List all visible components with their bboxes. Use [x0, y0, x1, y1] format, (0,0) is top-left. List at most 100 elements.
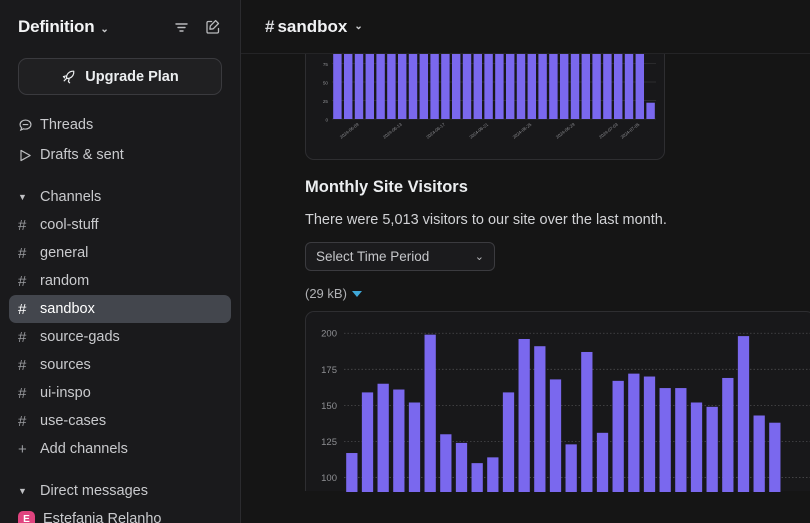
sidebar-item-drafts-and-sent[interactable]: Drafts & sent: [9, 141, 231, 169]
sidebar-header: Definition ⌄: [0, 0, 240, 54]
file-size-label: (29 kB): [305, 286, 347, 301]
hash-icon: #: [18, 385, 40, 402]
direct-messages-section-label: Direct messages: [40, 483, 148, 499]
sidebar-item-use-cases[interactable]: # use-cases: [9, 407, 231, 435]
hash-glyph: #: [18, 356, 27, 374]
sidebar-item-label: random: [40, 273, 90, 289]
upgrade-plan-label: Upgrade Plan: [85, 68, 179, 85]
channel-name: sandbox: [277, 16, 348, 36]
svg-text:2024-06-29: 2024-06-29: [555, 122, 576, 140]
sidebar-item-sources[interactable]: # sources: [9, 351, 231, 379]
svg-text:0: 0: [325, 118, 328, 123]
sidebar-item-label: sources: [40, 357, 91, 373]
svg-text:2024-06-25: 2024-06-25: [512, 122, 533, 140]
hash-glyph: #: [18, 244, 27, 262]
svg-text:2024-06-17: 2024-06-17: [425, 122, 446, 140]
hash-glyph: #: [18, 272, 27, 290]
plus-glyph: +: [18, 440, 27, 458]
svg-text:2024-06-13: 2024-06-13: [382, 122, 403, 140]
chevron-down-icon: ⌄: [474, 251, 484, 263]
sidebar-item-sandbox[interactable]: # sandbox: [9, 295, 231, 323]
svg-text:2024-07-05: 2024-07-05: [620, 122, 641, 140]
page-title: Monthly Site Visitors: [305, 178, 468, 196]
hash-glyph: #: [18, 412, 27, 430]
compose-icon[interactable]: [200, 14, 226, 40]
svg-text:2024-06-09: 2024-06-09: [339, 122, 360, 140]
hash-icon: #: [18, 301, 40, 318]
hash-glyph: #: [18, 384, 27, 402]
chevron-down-icon: ▼: [18, 486, 27, 496]
workspace-title: Definition: [18, 17, 95, 36]
svg-text:25: 25: [323, 99, 329, 104]
hash-icon: #: [18, 217, 40, 234]
sidebar-nav: Threads Drafts & sent ▼ Channels # cool-…: [0, 111, 240, 523]
svg-text:175: 175: [321, 365, 337, 376]
add-channels-label: Add channels: [40, 441, 128, 457]
sidebar-item-label: source-gads: [40, 329, 120, 345]
channels-section-label: Channels: [40, 189, 102, 205]
sidebar-item-label: ui-inspo: [40, 385, 91, 401]
chart-card-top: 02550751001252024-06-092024-06-132024-06…: [305, 54, 665, 160]
upgrade-plan-wrap: Upgrade Plan: [0, 54, 240, 95]
hash-glyph: #: [18, 216, 27, 234]
channels-section-toggle[interactable]: ▼ Channels: [9, 183, 231, 211]
bottom-chart: 100 125 150 175 200: [321, 329, 810, 492]
channel-header: # sandbox ⌄: [241, 0, 810, 54]
hash-icon: #: [18, 245, 40, 262]
add-channels-button[interactable]: + Add channels: [9, 435, 231, 463]
chevron-down-icon: ▼: [18, 192, 27, 202]
sidebar-item-label: sandbox: [40, 301, 95, 317]
sidebar-item-source-gads[interactable]: # source-gads: [9, 323, 231, 351]
hash-glyph: #: [265, 16, 275, 36]
threads-icon: [18, 118, 40, 133]
chart-card-bottom: 100 125 150 175 200: [305, 311, 810, 492]
sidebar-dm-label: Estefania Relanho: [43, 511, 162, 523]
sidebar-dm-item[interactable]: E Estefania Relanho: [9, 505, 231, 523]
sidebar: Definition ⌄ Upgrade Plan Threads Drafts…: [0, 0, 241, 523]
channel-title[interactable]: # sandbox ⌄: [265, 17, 363, 37]
section-description: There were 5,013 visitors to our site ov…: [305, 212, 667, 228]
chevron-down-icon: ⌄: [354, 21, 363, 32]
hash-icon: #: [18, 273, 40, 290]
workspace-switcher[interactable]: Definition ⌄: [18, 17, 109, 37]
svg-text:75: 75: [323, 62, 329, 67]
sidebar-item-threads[interactable]: Threads: [9, 111, 231, 139]
send-icon: [18, 148, 40, 163]
svg-text:100: 100: [321, 473, 337, 484]
sidebar-item-label: general: [40, 245, 89, 261]
plus-icon: +: [18, 441, 40, 458]
svg-text:150: 150: [321, 401, 337, 412]
content-block: Monthly Site Visitors There were 5,013 v…: [241, 178, 810, 301]
hash-glyph: #: [18, 328, 27, 346]
filter-icon[interactable]: [168, 14, 194, 40]
time-period-select-value: Select Time Period: [316, 249, 430, 264]
sidebar-item-cool-stuff[interactable]: # cool-stuff: [9, 211, 231, 239]
svg-text:125: 125: [321, 437, 337, 448]
caret-down-icon: [351, 290, 362, 297]
sidebar-item-label: Drafts & sent: [40, 147, 124, 163]
sidebar-item-label: use-cases: [40, 413, 107, 429]
main-panel: #sandbox ⌄ 0 25 50 75 100 125 2024-06-09 2024-06…: [241, 0, 810, 523]
svg-text:50: 50: [323, 81, 329, 86]
app-root: Definition ⌄ Upgrade Plan Threads Drafts…: [0, 0, 810, 523]
sidebar-item-ui-inspo[interactable]: # ui-inspo: [9, 379, 231, 407]
message-list: 0 25 50 75 100 125 2024-06-09 2024-06-13 2024-06…: [241, 54, 810, 523]
hash-glyph: #: [18, 300, 27, 318]
direct-messages-section-toggle[interactable]: ▼ Direct messages: [9, 477, 231, 505]
svg-text:200: 200: [321, 329, 337, 340]
svg-text:2024-07-03: 2024-07-03: [598, 122, 619, 140]
hash-icon: #: [18, 357, 40, 374]
hash-icon: #: [18, 329, 40, 346]
sidebar-item-label: Threads: [40, 117, 94, 133]
chevron-down-icon: ⌄: [100, 24, 109, 35]
hash-icon: #: [18, 413, 40, 430]
svg-text:2024-06-21: 2024-06-21: [468, 122, 489, 140]
time-period-select[interactable]: Select Time Period ⌄: [305, 242, 495, 271]
upgrade-plan-button[interactable]: Upgrade Plan: [18, 58, 222, 95]
top-chart: 02550751001252024-06-092024-06-132024-06…: [323, 54, 656, 140]
sidebar-item-label: cool-stuff: [40, 217, 99, 233]
sidebar-item-random[interactable]: # random: [9, 267, 231, 295]
file-size-toggle[interactable]: (29 kB): [305, 286, 362, 301]
avatar: E: [18, 510, 35, 523]
sidebar-item-general[interactable]: # general: [9, 239, 231, 267]
